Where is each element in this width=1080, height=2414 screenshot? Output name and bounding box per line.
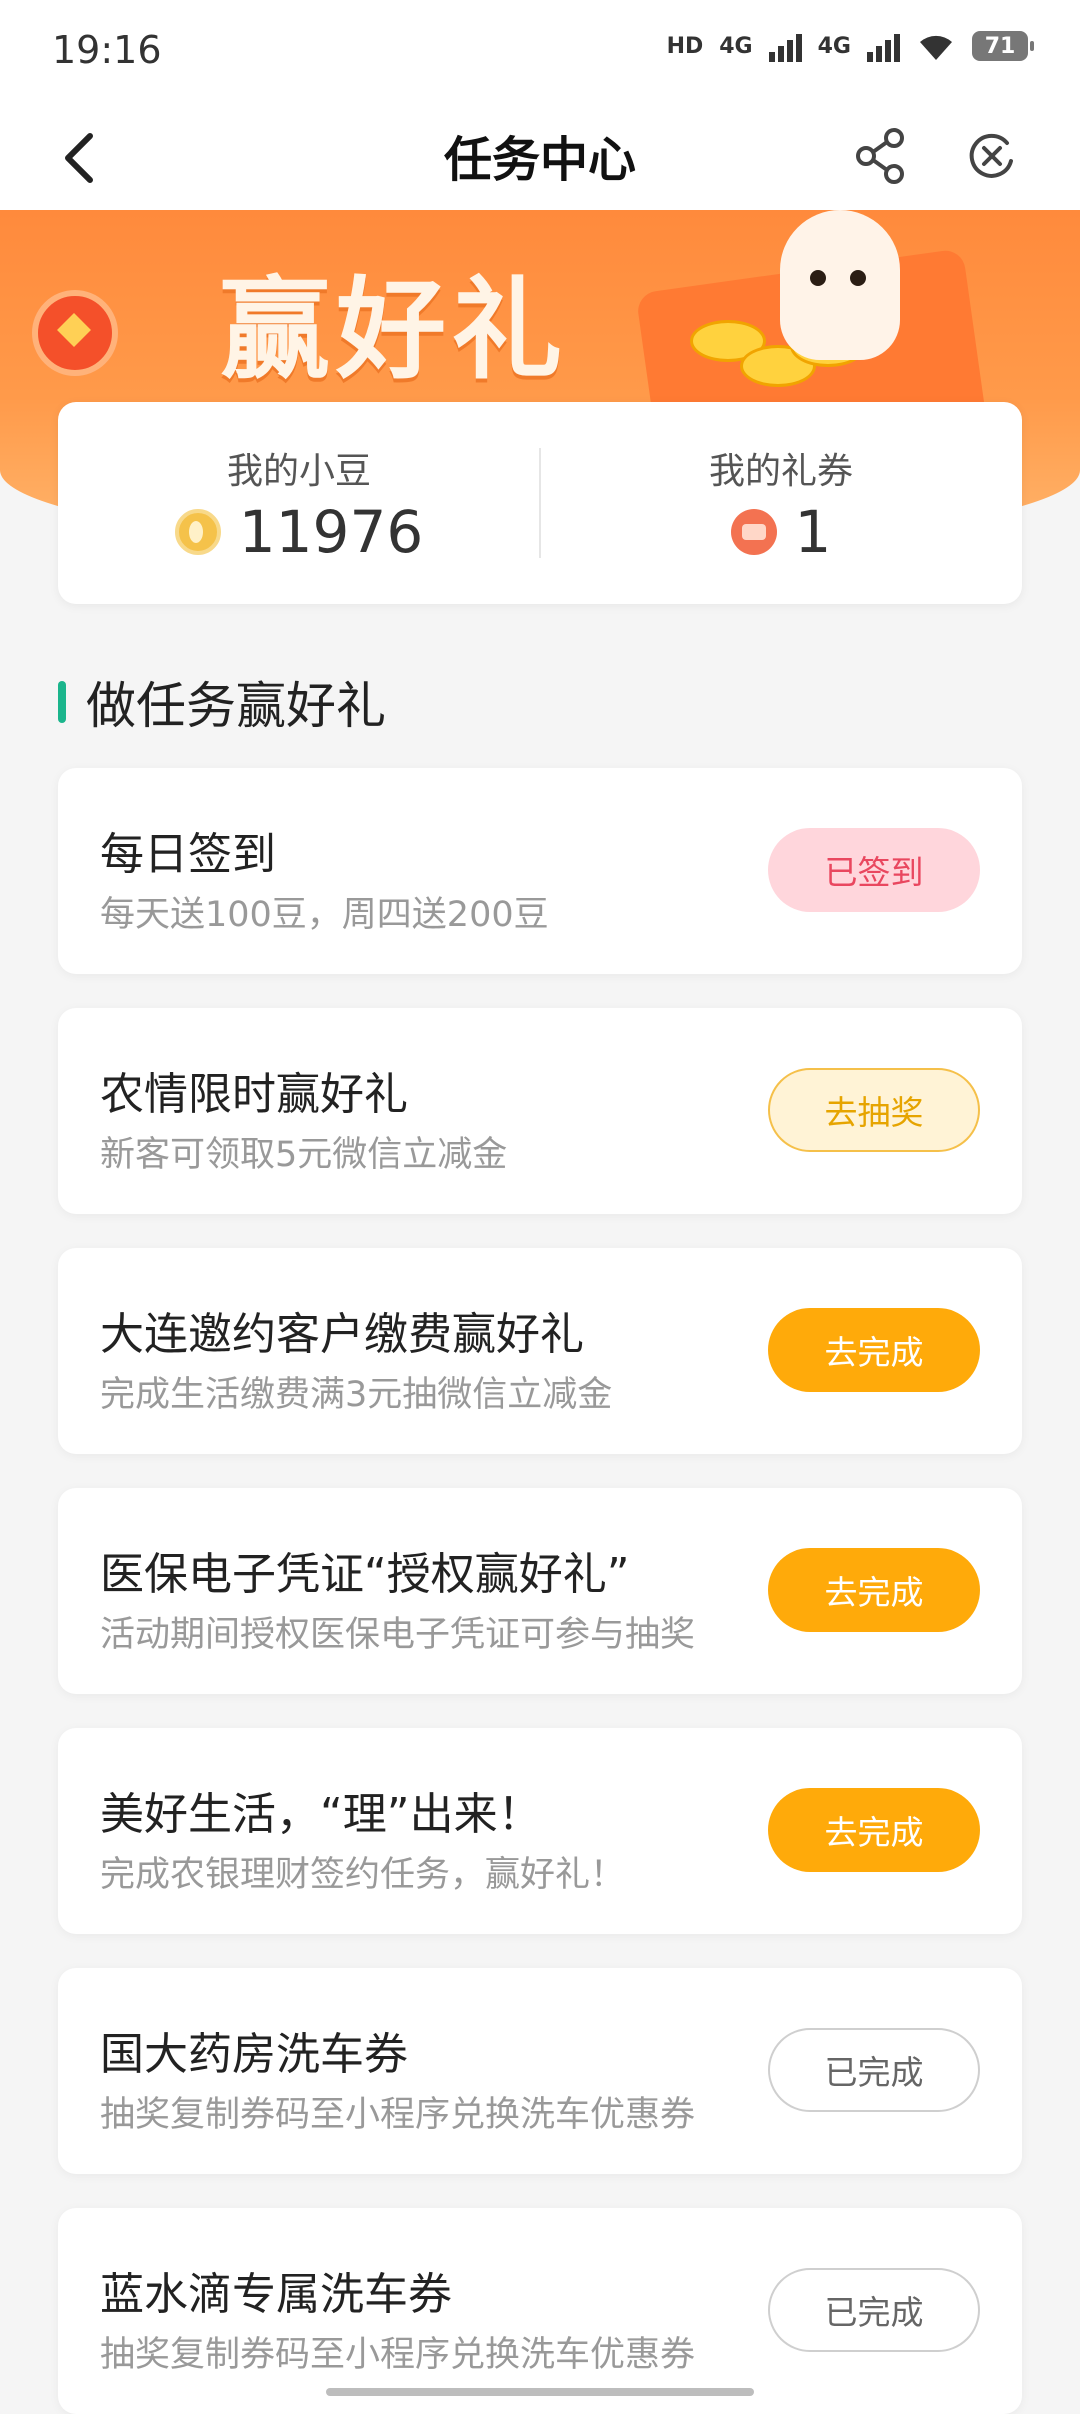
share-icon[interactable] bbox=[840, 116, 920, 196]
task-title: 美好生活，“理”出来！ bbox=[100, 1789, 542, 1840]
task-card-bluedrop-carwash: 蓝水滴专属洗车券 抽奖复制券码至小程序兑换洗车优惠券 已完成 bbox=[58, 2208, 1022, 2414]
network-type-label: 4G bbox=[719, 33, 753, 59]
coupon-icon bbox=[730, 509, 777, 555]
completed-button[interactable]: 已完成 bbox=[768, 2268, 980, 2352]
task-card-daily-signin: 每日签到 每天送100豆，周四送200豆 已签到 bbox=[58, 768, 1022, 974]
section-title: 做任务赢好礼 bbox=[86, 677, 386, 735]
task-subtitle: 抽奖复制券码至小程序兑换洗车优惠券 bbox=[100, 2095, 696, 2135]
task-title: 国大药房洗车券 bbox=[100, 2029, 408, 2080]
task-card-lottery: 农情限时赢好礼 新客可领取5元微信立减金 去抽奖 bbox=[58, 1008, 1022, 1214]
back-icon[interactable] bbox=[40, 118, 120, 198]
status-time: 19:16 bbox=[52, 28, 162, 72]
hd-icon: HD bbox=[666, 33, 704, 59]
task-card-invite-payment: 大连邀约客户缴费赢好礼 完成生活缴费满3元抽微信立减金 去完成 bbox=[58, 1248, 1022, 1454]
coupons-value: 1 bbox=[794, 498, 832, 566]
task-subtitle: 抽奖复制券码至小程序兑换洗车优惠券 bbox=[100, 2335, 696, 2375]
stats-card: 我的小豆 11976 我的礼券 1 bbox=[58, 402, 1022, 604]
go-complete-button[interactable]: 去完成 bbox=[768, 1788, 980, 1872]
go-lottery-button[interactable]: 去抽奖 bbox=[768, 1068, 980, 1152]
mascot-illustration bbox=[780, 210, 900, 360]
task-title: 每日签到 bbox=[100, 829, 276, 880]
signal-icon bbox=[867, 30, 900, 62]
completed-button[interactable]: 已完成 bbox=[768, 2028, 980, 2112]
go-complete-button[interactable]: 去完成 bbox=[768, 1548, 980, 1632]
section-header: 做任务赢好礼 bbox=[58, 672, 386, 735]
task-subtitle: 完成农银理财签约任务，赢好礼！ bbox=[100, 1855, 626, 1895]
task-title: 医保电子凭证“授权赢好礼” bbox=[100, 1549, 630, 1600]
coupons-label: 我的礼券 bbox=[708, 451, 853, 492]
task-subtitle: 活动期间授权医保电子凭证可参与抽奖 bbox=[100, 1615, 696, 1655]
signal-icon bbox=[768, 30, 802, 62]
close-circle-icon[interactable] bbox=[952, 116, 1032, 196]
beans-label: 我的小豆 bbox=[226, 451, 371, 492]
nav-bar: 任务中心 bbox=[0, 100, 1080, 210]
network-type-label: 4G bbox=[817, 33, 851, 59]
task-card-pharmacy-carwash: 国大药房洗车券 抽奖复制券码至小程序兑换洗车优惠券 已完成 bbox=[58, 1968, 1022, 2174]
coupons-stat[interactable]: 我的礼券 1 bbox=[540, 402, 1022, 604]
task-title: 大连邀约客户缴费赢好礼 bbox=[100, 1309, 584, 1360]
beans-stat[interactable]: 我的小豆 11976 bbox=[58, 402, 540, 604]
bean-coin-icon bbox=[174, 509, 221, 555]
task-subtitle: 新客可领取5元微信立减金 bbox=[100, 1135, 508, 1175]
task-subtitle: 完成生活缴费满3元抽微信立减金 bbox=[100, 1375, 613, 1415]
task-title: 农情限时赢好礼 bbox=[100, 1069, 408, 1120]
section-accent-bar bbox=[58, 681, 66, 723]
status-bar: 19:16 HD 4G 4G 71 bbox=[0, 0, 1080, 100]
task-title: 蓝水滴专属洗车券 bbox=[100, 2269, 452, 2320]
signed-in-button[interactable]: 已签到 bbox=[768, 828, 980, 912]
home-indicator[interactable] bbox=[326, 2388, 754, 2396]
task-card-medical-insurance: 医保电子凭证“授权赢好礼” 活动期间授权医保电子凭证可参与抽奖 去完成 bbox=[58, 1488, 1022, 1694]
go-complete-button[interactable]: 去完成 bbox=[768, 1308, 980, 1392]
task-card-wealth-management: 美好生活，“理”出来！ 完成农银理财签约任务，赢好礼！ 去完成 bbox=[58, 1728, 1022, 1934]
banner-headline: 赢好礼 bbox=[220, 266, 568, 394]
task-subtitle: 每天送100豆，周四送200豆 bbox=[100, 895, 549, 935]
battery-icon: 71 bbox=[972, 31, 1034, 61]
beans-value: 11976 bbox=[238, 498, 424, 566]
red-envelope-icon bbox=[32, 290, 118, 376]
wifi-icon bbox=[920, 35, 952, 60]
status-icons: HD 4G 4G 71 bbox=[666, 30, 1034, 62]
